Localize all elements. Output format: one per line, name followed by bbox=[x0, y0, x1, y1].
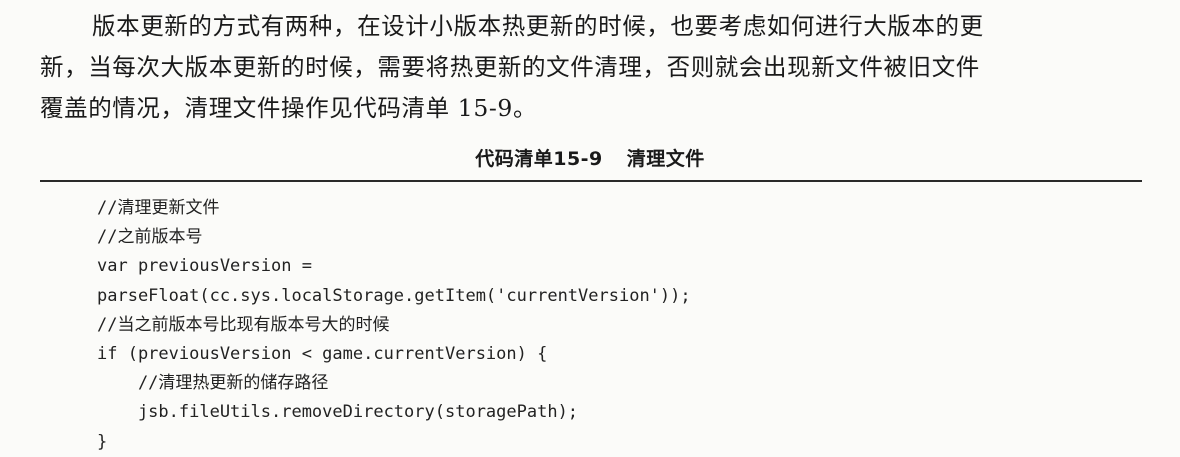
code-line: //之前版本号 bbox=[97, 227, 203, 248]
listing-title: 清理文件 bbox=[626, 148, 705, 170]
code-listing-caption: 代码清单15-9 清理文件 bbox=[0, 144, 1180, 171]
code-line: if (previousVersion < game.currentVersio… bbox=[97, 344, 548, 365]
paragraph-line: 覆盖的情况，清理文件操作见代码清单 15-9。 bbox=[40, 94, 538, 122]
listing-number: 代码清单15-9 bbox=[475, 148, 603, 170]
code-line: var previousVersion = bbox=[97, 256, 312, 277]
code-line: //清理更新文件 bbox=[97, 198, 220, 218]
code-line: //当之前版本号比现有版本号大的时候 bbox=[97, 314, 390, 335]
paragraph-line: 新，当每次大版本更新的时候，需要将热更新的文件清理，否则就会出现新文件被旧文件 bbox=[40, 53, 980, 81]
code-line: parseFloat(cc.sys.localStorage.getItem('… bbox=[97, 285, 691, 306]
caption-divider bbox=[40, 180, 1142, 182]
code-line: } bbox=[97, 431, 108, 452]
body-paragraph: 版本更新的方式有两种，在设计小版本热更新的时候，也要考虑如何进行大版本的更 新，… bbox=[40, 6, 1150, 129]
code-block: //清理更新文件 //之前版本号 var previousVersion = p… bbox=[97, 194, 691, 457]
code-line: jsb.fileUtils.removeDirectory(storagePat… bbox=[97, 402, 579, 423]
paragraph-line: 版本更新的方式有两种，在设计小版本热更新的时候，也要考虑如何进行大版本的更 bbox=[92, 12, 984, 40]
code-line: //清理热更新的储存路径 bbox=[97, 373, 329, 394]
